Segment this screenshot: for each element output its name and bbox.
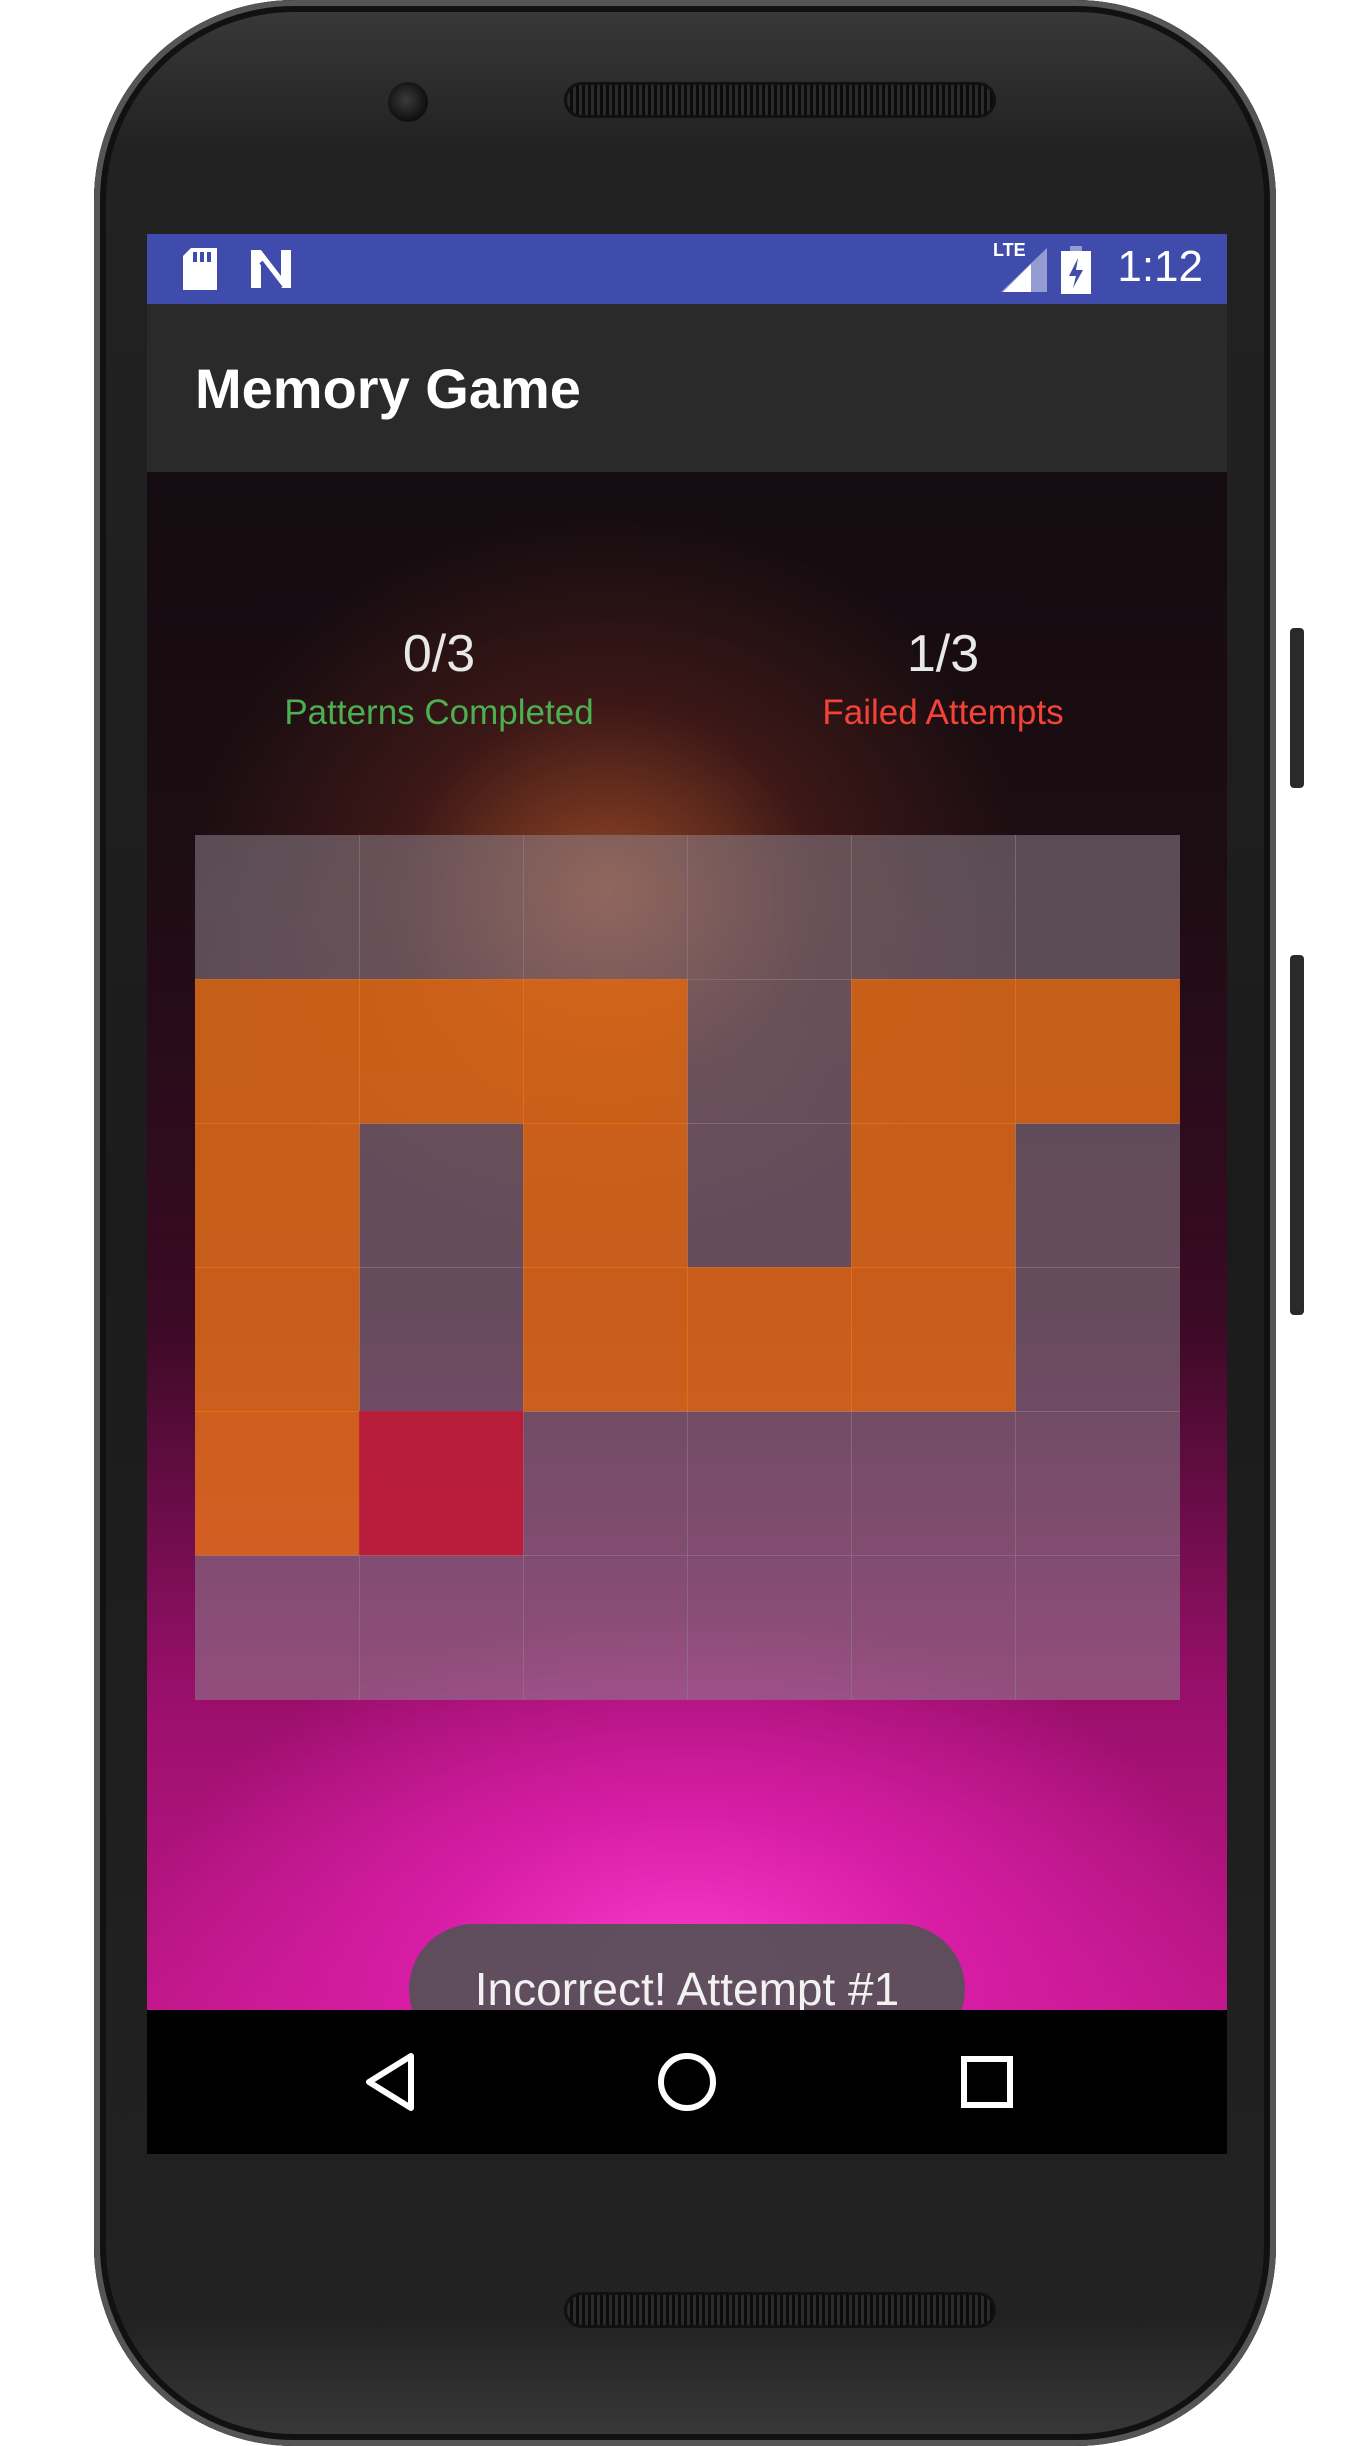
grid-cell-pattern[interactable]: [195, 1123, 360, 1268]
top-speaker: [564, 82, 996, 118]
battery-charging-icon: [1061, 246, 1091, 299]
back-icon[interactable]: [357, 2046, 429, 2118]
grid-cell-pattern[interactable]: [687, 1267, 852, 1412]
sd-card-icon: [183, 248, 217, 295]
grid-cell-pattern[interactable]: [359, 979, 524, 1124]
grid-cell-empty[interactable]: [359, 835, 524, 980]
grid-cell-pattern[interactable]: [523, 979, 688, 1124]
recents-icon[interactable]: [951, 2046, 1023, 2118]
signal-icon: [1001, 248, 1047, 297]
failed-attempts-score: 1/3 Failed Attempts: [743, 624, 1143, 736]
grid-cell-empty[interactable]: [1015, 1411, 1180, 1556]
grid-cell-empty[interactable]: [523, 835, 688, 980]
grid-cell-empty[interactable]: [851, 835, 1016, 980]
grid-cell-empty[interactable]: [523, 1555, 688, 1700]
navigation-bar: [147, 2010, 1227, 2154]
grid-cell-empty[interactable]: [687, 1411, 852, 1556]
grid-cell-wrong[interactable]: [359, 1411, 524, 1556]
patterns-completed-label: Patterns Completed: [284, 693, 594, 732]
app-toolbar: Memory Game: [147, 304, 1227, 472]
status-bar: LTE 1:12: [147, 234, 1227, 304]
n-logo-icon: [249, 248, 293, 295]
grid-cell-empty[interactable]: [359, 1267, 524, 1412]
failed-attempts-label: Failed Attempts: [822, 693, 1064, 732]
grid-cell-pattern[interactable]: [851, 1267, 1016, 1412]
grid-cell-empty[interactable]: [359, 1123, 524, 1268]
grid-cell-pattern[interactable]: [195, 979, 360, 1124]
clock: 1:12: [1117, 242, 1203, 291]
grid-cell-pattern[interactable]: [195, 1267, 360, 1412]
grid-cell-empty[interactable]: [359, 1555, 524, 1700]
game-area: 0/3 Patterns Completed 1/3 Failed Attemp…: [147, 472, 1227, 2054]
grid-cell-pattern[interactable]: [851, 1123, 1016, 1268]
grid-cell-empty[interactable]: [687, 1555, 852, 1700]
grid-cell-empty[interactable]: [523, 1411, 688, 1556]
grid-cell-empty[interactable]: [195, 1555, 360, 1700]
grid-cell-empty[interactable]: [687, 1123, 852, 1268]
grid-cell-pattern[interactable]: [523, 1123, 688, 1268]
patterns-completed-value: 0/3: [402, 625, 476, 683]
grid-cell-empty[interactable]: [851, 1555, 1016, 1700]
failed-attempts-value: 1/3: [906, 625, 980, 683]
grid-cell-empty[interactable]: [1015, 835, 1180, 980]
page-title: Memory Game: [195, 357, 581, 420]
front-camera: [388, 82, 428, 122]
memory-grid: [195, 835, 1180, 1700]
grid-cell-empty[interactable]: [1015, 1123, 1180, 1268]
home-icon[interactable]: [651, 2046, 723, 2118]
grid-cell-empty[interactable]: [687, 835, 852, 980]
grid-cell-empty[interactable]: [851, 1411, 1016, 1556]
grid-cell-pattern[interactable]: [523, 1267, 688, 1412]
grid-cell-pattern[interactable]: [1015, 979, 1180, 1124]
bottom-speaker: [564, 2292, 996, 2328]
volume-button: [1290, 955, 1304, 1315]
power-button: [1290, 628, 1304, 788]
grid-cell-empty[interactable]: [1015, 1267, 1180, 1412]
grid-cell-empty[interactable]: [1015, 1555, 1180, 1700]
grid-cell-empty[interactable]: [687, 979, 852, 1124]
grid-cell-pattern[interactable]: [195, 1411, 360, 1556]
patterns-completed-score: 0/3 Patterns Completed: [239, 624, 639, 736]
grid-cell-empty[interactable]: [195, 835, 360, 980]
phone-screen: LTE 1:12 Memory Game 0/3 Patterns Comple…: [147, 234, 1227, 2154]
grid-cell-pattern[interactable]: [851, 979, 1016, 1124]
